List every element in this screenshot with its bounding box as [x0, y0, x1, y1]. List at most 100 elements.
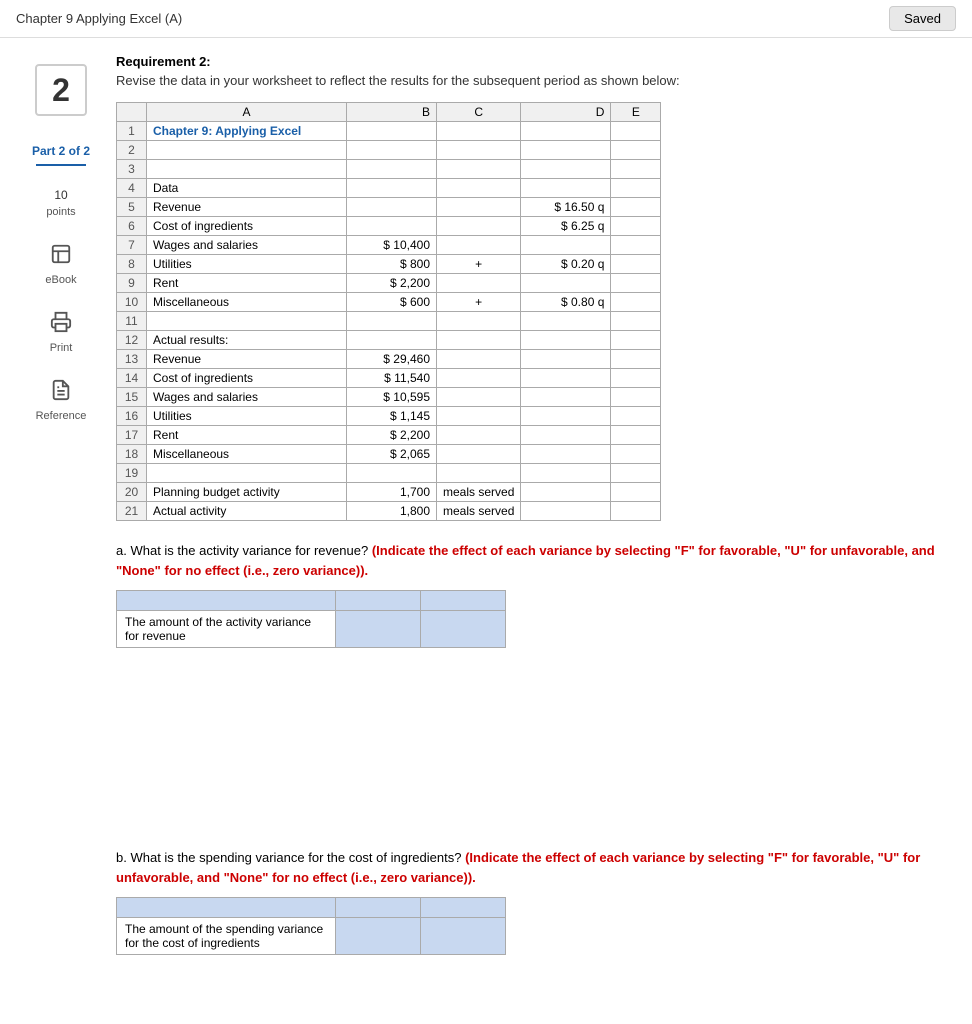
row-number: 20	[117, 483, 147, 502]
cell-a: Wages and salaries	[147, 236, 347, 255]
table-row: 9Rent$ 2,200	[117, 274, 661, 293]
answer-a-header-input1	[336, 591, 421, 611]
part-underline	[36, 164, 86, 166]
cell-c	[437, 198, 521, 217]
row-number: 7	[117, 236, 147, 255]
ebook-icon[interactable]	[45, 238, 77, 270]
cell-e	[611, 160, 661, 179]
row-number: 5	[117, 198, 147, 217]
cell-c: meals served	[437, 483, 521, 502]
answer-b-header-row	[117, 898, 506, 918]
col-header-empty	[117, 103, 147, 122]
cell-e	[611, 122, 661, 141]
table-row: 19	[117, 464, 661, 483]
cell-d	[521, 445, 611, 464]
cell-b	[347, 198, 437, 217]
cell-b: 1,800	[347, 502, 437, 521]
cell-c	[437, 445, 521, 464]
cell-d	[521, 483, 611, 502]
answer-a-input1[interactable]	[336, 611, 421, 648]
cell-c	[437, 179, 521, 198]
cell-e	[611, 141, 661, 160]
cell-a: Miscellaneous	[147, 445, 347, 464]
cell-d	[521, 407, 611, 426]
question-a-section: a. What is the activity variance for rev…	[116, 541, 956, 648]
cell-b	[347, 217, 437, 236]
points-value: 10	[54, 188, 67, 202]
cell-b	[347, 312, 437, 331]
cell-d	[521, 331, 611, 350]
cell-c	[437, 350, 521, 369]
points-label: points	[46, 206, 75, 218]
cell-c	[437, 236, 521, 255]
row-number: 2	[117, 141, 147, 160]
print-icon[interactable]	[45, 306, 77, 338]
cell-c	[437, 464, 521, 483]
cell-c	[437, 217, 521, 236]
cell-a: Actual results:	[147, 331, 347, 350]
answer-b-input2[interactable]	[421, 918, 506, 955]
question-b-section: b. What is the spending variance for the…	[116, 848, 956, 955]
row-number: 13	[117, 350, 147, 369]
answer-a-label-cell: The amount of the activity variance for …	[117, 611, 336, 648]
cell-e	[611, 426, 661, 445]
table-row: 4Data	[117, 179, 661, 198]
cell-c	[437, 160, 521, 179]
col-header-e: E	[611, 103, 661, 122]
part-label: Part 2 of 2	[32, 144, 90, 158]
row-number: 15	[117, 388, 147, 407]
cell-a: Revenue	[147, 350, 347, 369]
cell-d	[521, 464, 611, 483]
table-row: 15Wages and salaries$ 10,595	[117, 388, 661, 407]
cell-a: Cost of ingredients	[147, 217, 347, 236]
cell-b: $ 600	[347, 293, 437, 312]
cell-c: +	[437, 293, 521, 312]
cell-a: Utilities	[147, 407, 347, 426]
cell-c	[437, 388, 521, 407]
top-bar: Chapter 9 Applying Excel (A) Saved	[0, 0, 972, 38]
sidebar: 2 Part 2 of 2 10 points eBook	[16, 54, 106, 985]
cell-b: $ 2,200	[347, 274, 437, 293]
cell-d	[521, 502, 611, 521]
answer-b-header-input2	[421, 898, 506, 918]
table-row: 14Cost of ingredients$ 11,540	[117, 369, 661, 388]
answer-b-header-label	[117, 898, 336, 918]
cell-e	[611, 502, 661, 521]
answer-a-input2[interactable]	[421, 611, 506, 648]
cell-a: Cost of ingredients	[147, 369, 347, 388]
cell-e	[611, 388, 661, 407]
row-number: 14	[117, 369, 147, 388]
cell-b: $ 11,540	[347, 369, 437, 388]
cell-a	[147, 312, 347, 331]
row-number: 9	[117, 274, 147, 293]
answer-b-row: The amount of the spending variance for …	[117, 918, 506, 955]
cell-e	[611, 179, 661, 198]
table-row: 13Revenue$ 29,460	[117, 350, 661, 369]
row-number: 21	[117, 502, 147, 521]
table-row: 1Chapter 9: Applying Excel	[117, 122, 661, 141]
cell-d: $ 6.25 q	[521, 217, 611, 236]
cell-e	[611, 274, 661, 293]
answer-b-input1[interactable]	[336, 918, 421, 955]
table-row: 7Wages and salaries$ 10,400	[117, 236, 661, 255]
cell-a: Chapter 9: Applying Excel	[147, 122, 347, 141]
question-b-label: b.	[116, 850, 130, 865]
cell-d	[521, 236, 611, 255]
answer-b-header-input1	[336, 898, 421, 918]
reference-icon[interactable]	[45, 374, 77, 406]
cell-e	[611, 331, 661, 350]
cell-d	[521, 274, 611, 293]
cell-b: $ 800	[347, 255, 437, 274]
cell-c	[437, 312, 521, 331]
answer-a-header-row	[117, 591, 506, 611]
cell-e	[611, 293, 661, 312]
ebook-label: eBook	[45, 274, 76, 286]
page-title: Chapter 9 Applying Excel (A)	[16, 11, 182, 26]
cell-a: Data	[147, 179, 347, 198]
saved-button[interactable]: Saved	[889, 6, 956, 31]
cell-a: Miscellaneous	[147, 293, 347, 312]
cell-e	[611, 312, 661, 331]
cell-a: Actual activity	[147, 502, 347, 521]
cell-e	[611, 350, 661, 369]
row-number: 16	[117, 407, 147, 426]
